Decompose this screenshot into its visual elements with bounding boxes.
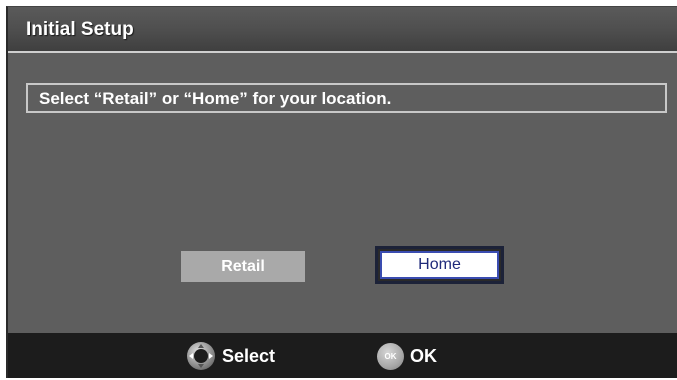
page-title: Initial Setup	[26, 19, 134, 40]
ok-hint-label: OK	[410, 345, 437, 366]
footer-bar: Select OK OK	[8, 333, 677, 378]
dpad-icon	[187, 342, 215, 370]
setup-screen: Initial Setup Select “Retail” or “Home” …	[6, 6, 677, 378]
retail-option-button[interactable]: Retail	[181, 251, 305, 282]
instruction-box: Select “Retail” or “Home” for your locat…	[26, 83, 667, 113]
retail-option-label: Retail	[221, 258, 265, 275]
footer-select-hint: Select	[186, 342, 275, 370]
home-option-highlight: Home	[380, 251, 499, 279]
home-option-button[interactable]: Home	[375, 246, 504, 284]
home-option-label: Home	[418, 256, 461, 273]
footer-ok-hint: OK OK	[377, 342, 437, 370]
title-bar: Initial Setup	[8, 7, 677, 53]
ok-icon-text: OK	[384, 351, 397, 361]
select-hint-label: Select	[222, 345, 276, 366]
instruction-text: Select “Retail” or “Home” for your locat…	[39, 89, 392, 108]
ok-button-icon: OK	[377, 342, 404, 370]
